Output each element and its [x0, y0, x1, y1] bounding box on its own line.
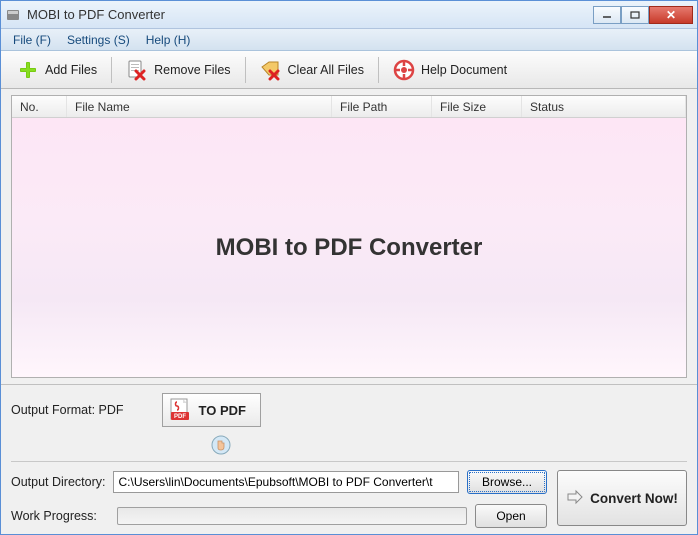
app-window: MOBI to PDF Converter ✕ File (F) Setting…	[0, 0, 698, 535]
toolbar-separator	[378, 57, 379, 83]
hand-icon	[211, 435, 233, 457]
clear-all-label: Clear All Files	[288, 63, 364, 77]
menu-help[interactable]: Help (H)	[138, 31, 199, 49]
col-filepath[interactable]: File Path	[332, 96, 432, 117]
output-dir-input[interactable]	[113, 471, 459, 493]
menubar: File (F) Settings (S) Help (H)	[1, 29, 697, 51]
format-row: Output Format: PDF PDF TO PDF	[11, 393, 687, 427]
progress-bar	[117, 507, 467, 525]
menu-settings[interactable]: Settings (S)	[59, 31, 138, 49]
clear-icon	[260, 59, 282, 81]
col-status[interactable]: Status	[522, 96, 686, 117]
add-icon	[17, 59, 39, 81]
add-files-button[interactable]: Add Files	[7, 55, 107, 85]
progress-row: Work Progress: Open	[11, 504, 547, 528]
help-doc-button[interactable]: Help Document	[383, 55, 517, 85]
svg-text:PDF: PDF	[174, 414, 186, 420]
convert-label: Convert Now!	[590, 491, 678, 506]
convert-area: Output Directory: Browse... Work Progres…	[11, 470, 687, 528]
watermark-text: MOBI to PDF Converter	[216, 234, 483, 262]
arrow-icon	[566, 489, 584, 508]
pdf-icon: PDF	[169, 398, 191, 422]
clear-all-button[interactable]: Clear All Files	[250, 55, 374, 85]
left-column: Output Directory: Browse... Work Progres…	[11, 470, 547, 528]
separator-line	[11, 461, 687, 462]
close-button[interactable]: ✕	[649, 6, 693, 24]
content-area: No. File Name File Path File Size Status…	[1, 89, 697, 384]
toolbar: Add Files Remove Files Clear All Files H…	[1, 51, 697, 89]
col-filename[interactable]: File Name	[67, 96, 332, 117]
app-icon	[5, 7, 21, 23]
list-header: No. File Name File Path File Size Status	[12, 96, 686, 118]
remove-icon	[126, 59, 148, 81]
help-doc-label: Help Document	[421, 63, 507, 77]
file-list: No. File Name File Path File Size Status…	[11, 95, 687, 378]
toolbar-separator	[111, 57, 112, 83]
remove-files-button[interactable]: Remove Files	[116, 55, 240, 85]
remove-files-label: Remove Files	[154, 63, 230, 77]
to-pdf-button[interactable]: PDF TO PDF	[162, 393, 261, 427]
toolbar-separator	[245, 57, 246, 83]
list-body[interactable]: MOBI to PDF Converter	[12, 118, 686, 377]
add-files-label: Add Files	[45, 63, 97, 77]
open-button[interactable]: Open	[475, 504, 547, 528]
menu-file[interactable]: File (F)	[5, 31, 59, 49]
maximize-button[interactable]	[621, 6, 649, 24]
hand-row	[11, 435, 687, 457]
window-buttons: ✕	[593, 6, 693, 24]
convert-button[interactable]: Convert Now!	[557, 470, 687, 526]
minimize-button[interactable]	[593, 6, 621, 24]
bottom-panel: Output Format: PDF PDF TO PDF Output Dir…	[1, 384, 697, 534]
output-dir-label: Output Directory:	[11, 475, 105, 489]
progress-label: Work Progress:	[11, 509, 109, 523]
col-no[interactable]: No.	[12, 96, 67, 117]
col-filesize[interactable]: File Size	[432, 96, 522, 117]
help-icon	[393, 59, 415, 81]
directory-row: Output Directory: Browse...	[11, 470, 547, 494]
to-pdf-label: TO PDF	[199, 403, 246, 418]
titlebar: MOBI to PDF Converter ✕	[1, 1, 697, 29]
browse-button[interactable]: Browse...	[467, 470, 547, 494]
window-title: MOBI to PDF Converter	[27, 7, 593, 22]
output-format-label: Output Format: PDF	[11, 403, 124, 417]
